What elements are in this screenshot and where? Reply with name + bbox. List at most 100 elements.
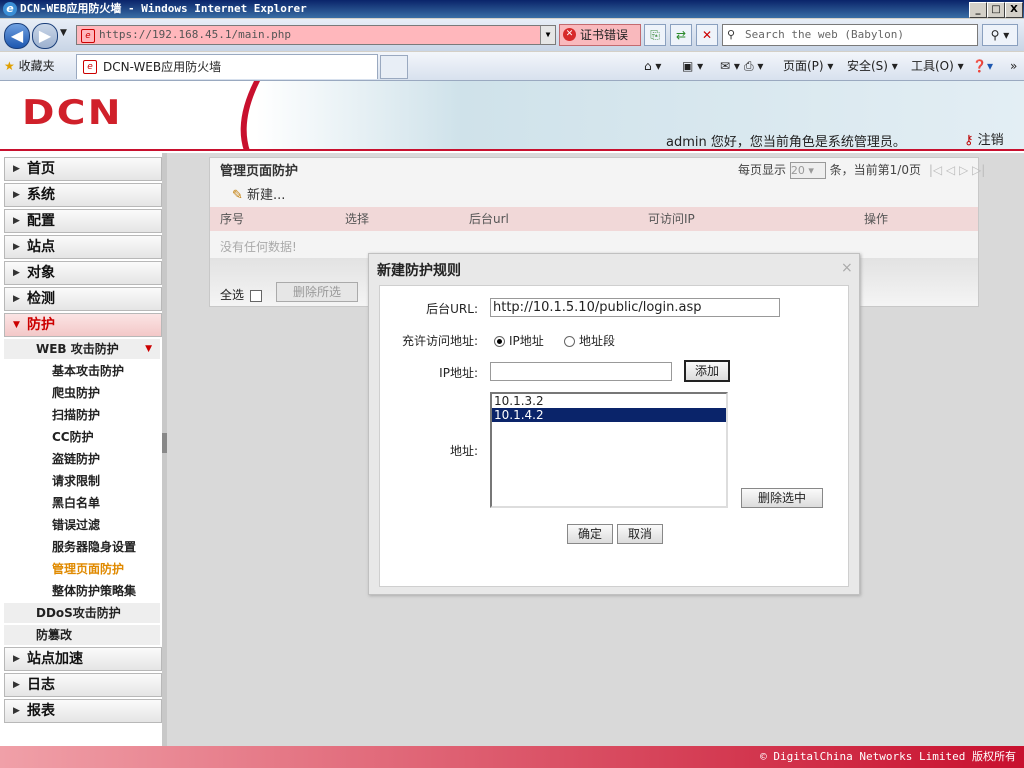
search-go-button[interactable]: ⚲ ▾ [982,24,1018,46]
item-hotlink[interactable]: 盗链防护 [52,448,100,470]
item-admin-page-protect[interactable]: 管理页面防护 [52,558,124,580]
menu-protect[interactable]: ▼ 防护 [4,313,162,337]
help-icon[interactable]: ❓▾ [972,57,993,75]
compat-view-icon[interactable]: ⎘ [644,24,666,46]
search-placeholder: Search the web (Babylon) [745,28,904,41]
arrow-right-icon: ▶ [13,268,20,278]
copyright: © DigitalChina Networks Limited 版权所有 [760,750,1016,763]
address-dropdown-icon[interactable]: ▼ [540,26,555,44]
address-option-selected[interactable]: 10.1.4.2 [492,408,726,422]
star-icon: ★ [4,59,15,73]
col-url: 后台url [469,212,509,226]
favorites-button[interactable]: ★ 收藏夹 [4,57,55,74]
forward-button[interactable]: ▶ [32,23,58,49]
header-red-bar [0,149,1024,151]
search-input[interactable]: ⚲ Search the web (Babylon) [722,24,978,46]
tools-menu[interactable]: 工具(O) ▾ [911,57,964,75]
item-request-limit[interactable]: 请求限制 [52,470,100,492]
col-action: 操作 [864,212,889,226]
submenu-web-attack[interactable]: WEB 攻击防护 ▼ [4,339,160,359]
ok-button[interactable]: 确定 [567,524,613,544]
item-scan[interactable]: 扫描防护 [52,404,100,426]
pager-prefix: 每页显示 [738,163,787,177]
logout-link[interactable]: ⚷ 注销 [964,129,1004,148]
submenu-ddos[interactable]: DDoS攻击防护 [4,603,160,623]
print-icon[interactable]: ⎙ ▾ [744,57,763,75]
safety-menu[interactable]: 安全(S) ▾ [847,57,898,75]
radio-ip-dot [494,336,505,347]
home-icon[interactable]: ⌂ ▾ [644,57,661,75]
url-input[interactable]: http://10.1.5.10/public/login.asp [490,298,780,317]
key-icon: ⚷ [964,133,974,148]
address-option[interactable]: 10.1.3.2 [492,394,726,408]
more-commands-icon[interactable]: » [1010,57,1017,75]
select-all-checkbox[interactable] [250,289,263,302]
cancel-button[interactable]: 取消 [617,524,663,544]
dialog-body: 后台URL: http://10.1.5.10/public/login.asp… [379,285,849,587]
menu-label: 站点加速 [27,651,83,667]
menu-home[interactable]: ▶ 首页 [4,157,162,181]
address-bar[interactable]: e https://192.168.45.1/main.php ▼ [76,25,556,45]
item-blacklist[interactable]: 黑白名单 [52,492,100,514]
menu-label: 防护 [27,317,55,333]
menu-acceleration[interactable]: ▶ 站点加速 [4,647,162,671]
maximize-button[interactable]: □ [987,2,1005,18]
mail-icon[interactable]: ✉ ▾ [720,57,740,75]
table-header: 序号 选择 后台url 可访问IP 操作 [210,207,978,231]
stop-icon[interactable]: ✕ [696,24,718,46]
menu-site[interactable]: ▶ 站点 [4,235,162,259]
browser-tab[interactable]: e DCN-WEB应用防火墙 [76,54,378,79]
feeds-icon[interactable]: ▣ ▾ [682,57,703,75]
address-list[interactable]: 10.1.3.2 10.1.4.2 [490,392,728,508]
dialog-title: 新建防护规则 [377,263,461,279]
back-button[interactable]: ◀ [4,23,30,49]
safety-menu-label: 安全(S) [847,59,888,73]
new-rule-button[interactable]: ✎ 新建... [232,184,285,203]
submenu-label: DDoS攻击防护 [36,606,121,620]
new-tab-button[interactable] [380,55,408,79]
menu-system[interactable]: ▶ 系统 [4,183,162,207]
menu-detect[interactable]: ▶ 检测 [4,287,162,311]
delete-selected-button[interactable]: 删除所选 [276,282,358,302]
menu-label: 配置 [27,213,55,229]
item-crawler[interactable]: 爬虫防护 [52,382,100,404]
pager-nav-icon[interactable]: |◁ ◁ ▷ ▷| [929,163,985,177]
close-window-button[interactable]: X [1005,2,1023,18]
ip-input[interactable] [490,362,672,381]
radio-ip[interactable]: IP地址 [494,332,544,349]
refresh-icon[interactable]: ⇄ [670,24,692,46]
allow-label: 充许访问地址: [401,334,478,348]
menu-label: 对象 [27,265,55,281]
item-cc[interactable]: CC防护 [52,426,94,448]
menu-config[interactable]: ▶ 配置 [4,209,162,233]
submenu-label: 防篡改 [36,628,73,642]
menu-label: 报表 [27,703,55,719]
menu-report[interactable]: ▶ 报表 [4,699,162,723]
arrow-right-icon: ▶ [13,216,20,226]
dialog-close-icon[interactable]: × [841,260,853,276]
dcn-logo: DCN [22,93,123,133]
window-title-bar: e DCN-WEB应用防火墙 - Windows Internet Explor… [0,0,1024,18]
delete-address-button[interactable]: 删除选中 [741,488,823,508]
menu-log[interactable]: ▶ 日志 [4,673,162,697]
add-button[interactable]: 添加 [684,360,730,382]
cert-error-button[interactable]: ✕ 证书错误 [559,24,641,46]
select-all[interactable]: 全选 [220,286,263,303]
col-index: 序号 [220,212,245,226]
window-title: DCN-WEB应用防火墙 - Windows Internet Explorer [20,2,307,15]
item-basic-attack[interactable]: 基本攻击防护 [52,360,124,382]
item-server-stealth[interactable]: 服务器隐身设置 [52,536,136,558]
submenu-tamper[interactable]: 防篡改 [4,625,160,645]
history-dropdown-icon[interactable]: ▼ [60,28,67,38]
menu-object[interactable]: ▶ 对象 [4,261,162,285]
ip-label: IP地址: [439,366,478,380]
minimize-button[interactable]: _ [969,2,987,18]
arrow-right-icon: ▶ [13,706,20,716]
per-page-select[interactable]: 20 ▾ [789,162,826,179]
logo-swoosh-icon [240,81,260,151]
logout-label: 注销 [977,133,1004,148]
page-menu[interactable]: 页面(P) ▾ [783,57,833,75]
item-policy-set[interactable]: 整体防护策略集 [52,580,136,602]
item-error-filter[interactable]: 错误过滤 [52,514,100,536]
radio-range[interactable]: 地址段 [564,332,615,349]
